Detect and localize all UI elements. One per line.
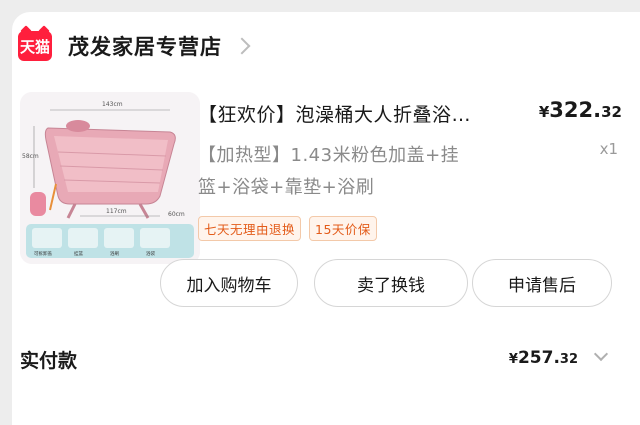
svg-text:浴袋: 浴袋 — [146, 250, 155, 257]
shop-header[interactable]: 天猫 茂发家居专营店 — [18, 26, 251, 66]
price-decimal: 32 — [601, 103, 622, 121]
after-sales-button[interactable]: 申请售后 — [472, 259, 612, 307]
basket-thumb-icon — [68, 228, 98, 248]
product-quantity: x1 — [599, 140, 618, 158]
add-to-cart-button[interactable]: 加入购物车 — [160, 259, 298, 307]
dimension-bottom: 117cm — [106, 208, 127, 215]
tag-seven-day-return: 七天无理由退换 — [198, 216, 302, 241]
brush-thumb-icon — [104, 228, 134, 248]
payment-label: 实付款 — [20, 350, 78, 372]
bathtub-illustration: 143cm 58cm 117cm 60cm 可拆卸盖 挂篮 浴刷 浴袋 — [20, 92, 200, 264]
bag-thumb-icon — [140, 228, 170, 248]
chevron-right-icon[interactable] — [233, 37, 251, 55]
sell-button[interactable]: 卖了换钱 — [314, 259, 468, 307]
spec-line-1: 【加热型】1.43米粉色加盖+挂 — [198, 145, 460, 166]
payment-row[interactable]: 实付款 ¥257.32 — [20, 340, 610, 376]
svg-text:浴刷: 浴刷 — [110, 250, 119, 257]
lid-thumb-icon — [32, 228, 62, 248]
dimension-left: 58cm — [22, 153, 39, 160]
product-price: ¥322.32 — [539, 98, 622, 122]
tmall-logo-icon: 天猫 — [18, 31, 52, 61]
tag-price-protection: 15天价保 — [309, 216, 377, 241]
dimension-right: 60cm — [168, 211, 185, 218]
payment-amount: ¥257.32 — [508, 348, 578, 368]
product-image[interactable]: 143cm 58cm 117cm 60cm 可拆卸盖 挂篮 浴刷 浴袋 — [20, 92, 200, 264]
chevron-down-icon[interactable] — [593, 346, 609, 362]
currency-symbol: ¥ — [538, 103, 550, 121]
shop-name[interactable]: 茂发家居专营店 — [68, 31, 222, 61]
price-integer: 322. — [549, 98, 602, 122]
dimension-top: 143cm — [102, 101, 123, 108]
bath-bag-icon — [30, 192, 46, 216]
svg-text:挂篮: 挂篮 — [74, 250, 83, 257]
svg-text:可拆卸盖: 可拆卸盖 — [34, 250, 52, 257]
product-spec: 【加热型】1.43米粉色加盖+挂 篮+浴袋+靠垫+浴刷 — [198, 140, 528, 204]
product-title[interactable]: 【狂欢价】泡澡桶大人折叠浴… — [198, 100, 518, 127]
spec-line-2: 篮+浴袋+靠垫+浴刷 — [198, 177, 375, 198]
service-tags: 七天无理由退换 15天价保 — [198, 216, 377, 241]
